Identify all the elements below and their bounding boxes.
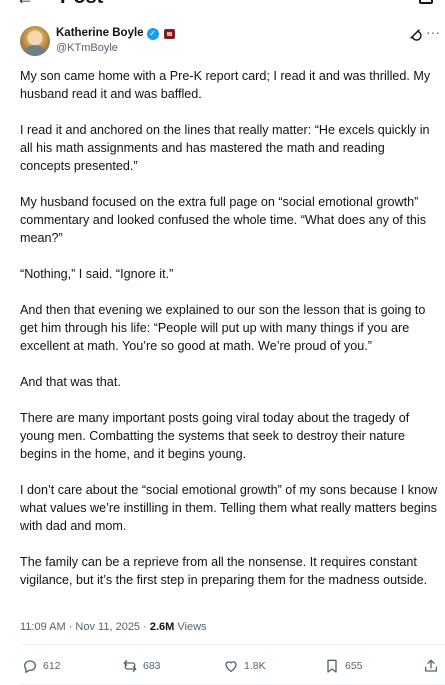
divider — [20, 644, 445, 645]
post-paragraph: The family can be a reprieve from all th… — [20, 555, 428, 587]
avatar[interactable] — [20, 26, 50, 56]
bookmark-button[interactable]: 655 — [324, 656, 363, 676]
post-paragraph: There are many important posts going vir… — [20, 411, 410, 461]
views-label: Views — [174, 621, 207, 633]
repost-count: 683 — [143, 660, 161, 672]
reply-icon — [24, 660, 36, 673]
reply-count: 612 — [43, 660, 61, 672]
back-arrow-icon[interactable]: ← — [16, 0, 34, 9]
post-paragraph: And then that evening we explained to ou… — [20, 303, 426, 353]
grok-icon[interactable] — [408, 27, 422, 41]
action-bar: 612 683 1.8K 655 — [20, 656, 445, 676]
post-timestamp[interactable]: 11:09 AM · Nov 11, 2025 · — [20, 621, 150, 633]
more-horizontal-icon[interactable]: ··· — [426, 24, 440, 40]
post-paragraph: My son came home with a Pre-K report car… — [20, 69, 431, 101]
top-bar: ← Post — [0, 0, 445, 10]
post-paragraph: I don’t care about the “social emotional… — [20, 483, 438, 533]
heart-icon — [225, 661, 237, 672]
share-button[interactable] — [423, 656, 439, 676]
share-icon — [425, 659, 437, 672]
page-title: Post — [60, 0, 103, 9]
bookmark-icon — [327, 659, 337, 673]
post-paragraph: I read it and anchored on the lines that… — [20, 123, 430, 173]
post-paragraph: “Nothing,” I said. “Ignore it.” — [20, 267, 174, 281]
affiliation-badge-icon[interactable] — [163, 28, 175, 39]
post-metadata: 11:09 AM · Nov 11, 2025 · 2.6M Views — [20, 619, 207, 635]
like-button[interactable]: 1.8K — [223, 656, 266, 676]
author-name-row: Katherine Boyle ✓ — [56, 26, 175, 41]
verified-badge-icon: ✓ — [146, 27, 159, 40]
reply-button[interactable]: 612 — [22, 656, 61, 676]
post-body: My son came home with a Pre-K report car… — [20, 67, 438, 589]
author-name[interactable]: Katherine Boyle — [56, 26, 144, 41]
top-share-icon[interactable] — [419, 0, 433, 4]
like-count: 1.8K — [244, 660, 266, 672]
author-handle[interactable]: @KTmBoyle — [56, 41, 118, 55]
post-paragraph: And that was that. — [20, 375, 121, 389]
repost-button[interactable]: 683 — [122, 656, 161, 676]
views-count: 2.6M — [149, 621, 175, 633]
post-paragraph: My husband focused on the extra full pag… — [20, 195, 427, 245]
repost-icon — [123, 660, 137, 672]
post-header: Katherine Boyle ✓ @KTmBoyle ··· — [20, 24, 440, 56]
bookmark-count: 655 — [345, 660, 363, 672]
